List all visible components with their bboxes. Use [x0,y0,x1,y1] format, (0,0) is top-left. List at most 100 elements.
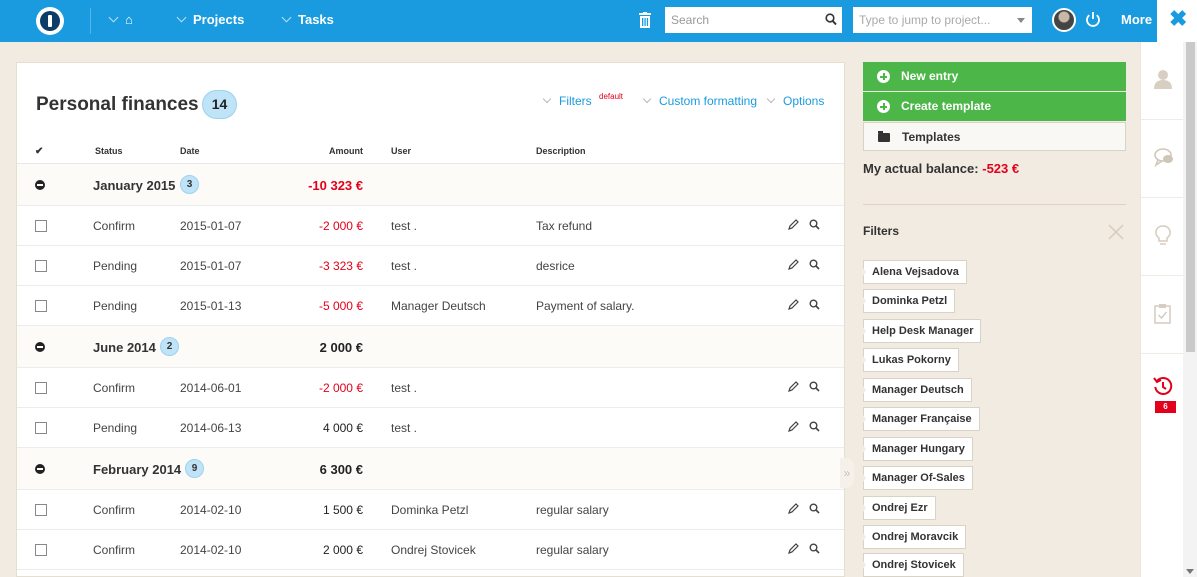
header-date[interactable]: Date [180,146,200,156]
group-count-badge: 3 [180,175,199,194]
filters-heading: Filters [863,224,900,238]
collapse-icon[interactable] [35,342,45,352]
finances-card: Personal finances 14 Filters default Cus… [16,62,845,577]
rail-item-chat[interactable] [1141,120,1184,198]
rail-item-history[interactable] [1141,354,1184,432]
cell-description: Payment of salary. [536,299,635,313]
avatar[interactable] [1052,8,1076,32]
cell-date: 2015-01-07 [180,259,242,273]
group-name: January 2015 [93,178,176,193]
filter-tag[interactable]: Ondrej Stovicek [863,553,964,577]
row-checkbox[interactable] [35,382,47,394]
more-menu[interactable]: More [1121,12,1152,27]
edit-icon[interactable] [788,219,799,230]
search-icon[interactable] [809,421,820,432]
row-checkbox[interactable] [35,544,47,556]
cell-date: 2014-06-13 [180,421,242,435]
app-logo[interactable] [36,7,64,35]
table-row: Pending 2015-01-13 -5 000 € Manager Deut… [17,286,844,326]
group-row[interactable]: June 2014 2 2 000 € [17,326,844,368]
filter-tag[interactable]: Manager Française [863,407,980,431]
nav-home[interactable]: ⌂ [108,12,133,27]
edit-icon[interactable] [788,299,799,310]
cell-user: test . [391,381,418,395]
filter-tag[interactable]: Manager Of-Sales [863,466,973,490]
nav-projects[interactable]: Projects [176,12,244,27]
rail-item-tasks[interactable] [1141,276,1184,354]
nav-tasks[interactable]: Tasks [281,12,334,27]
cell-date: 2014-02-10 [180,543,242,557]
edit-icon[interactable] [788,543,799,554]
balance-value: -523 € [982,161,1020,176]
header-status[interactable]: Status [95,146,123,156]
edit-icon[interactable] [788,259,799,270]
group-row[interactable]: January 2015 3 -10 323 € [17,164,844,206]
edit-icon[interactable] [788,503,799,514]
row-checkbox[interactable] [35,300,47,312]
cell-date: 2015-01-13 [180,299,242,313]
options-link[interactable]: Options [766,94,825,108]
search-icon[interactable] [809,543,820,554]
create-template-label: Create template [901,99,992,113]
filter-tag[interactable]: Alena Vejsadova [863,260,967,284]
collapse-icon[interactable] [35,464,45,474]
page-title: Personal finances [36,94,199,115]
trash-icon[interactable] [639,12,651,28]
rail-item-user[interactable] [1141,42,1184,120]
power-icon[interactable] [1085,11,1101,28]
filter-tag[interactable]: Help Desk Manager [863,319,982,343]
cell-user: Manager Deutsch [391,299,486,313]
filter-tag[interactable]: Ondrej Ezr [863,496,936,520]
chevron-right-icon: » [843,466,851,480]
filter-tag[interactable]: Dominka Petzl [863,289,956,313]
cell-date: 2015-01-07 [180,219,242,233]
header-description[interactable]: Description [536,146,586,156]
right-rail: 6 [1140,42,1184,577]
search-icon[interactable] [825,13,837,26]
clear-filters-icon[interactable] [1106,222,1126,242]
chevron-down-icon [281,12,292,23]
filter-tag[interactable]: Ondrej Moravcik [863,525,967,549]
search-icon[interactable] [809,503,820,514]
cell-amount: -3 323 € [318,259,363,273]
filter-tag[interactable]: Lukas Pokorny [863,348,959,372]
cell-status: Pending [93,421,138,435]
templates-button[interactable]: Templates [863,122,1126,151]
header-amount[interactable]: Amount [329,146,363,156]
filters-link[interactable]: Filters [542,94,592,108]
edit-icon[interactable] [788,381,799,392]
close-button[interactable]: ✖ [1157,0,1197,42]
rail-item-ideas[interactable] [1141,198,1184,276]
search-icon[interactable] [809,219,820,230]
header-check[interactable]: ✔ [35,146,43,157]
clipboard-icon [1154,304,1171,324]
scrollbar-thumb[interactable] [1186,42,1195,352]
plus-icon [877,100,890,113]
header-user[interactable]: User [391,146,411,156]
filters-default-tag: default [599,92,624,101]
panel-toggle-handle[interactable]: » [840,458,854,488]
scroll-down-icon[interactable] [1186,569,1194,574]
row-checkbox[interactable] [35,260,47,272]
cell-date: 2014-02-10 [180,503,242,517]
filter-tag[interactable]: Manager Deutsch [863,378,972,402]
search-icon[interactable] [809,299,820,310]
group-row[interactable]: February 2014 9 6 300 € [17,448,844,490]
scrollbar[interactable] [1183,42,1197,577]
options-label: Options [783,94,825,108]
collapse-icon[interactable] [35,180,45,190]
caret-down-icon [1017,18,1025,23]
edit-icon[interactable] [788,421,799,432]
row-checkbox[interactable] [35,504,47,516]
row-checkbox[interactable] [35,422,47,434]
search-icon[interactable] [809,381,820,392]
search-input[interactable] [665,7,842,33]
create-template-button[interactable]: Create template [863,92,1126,121]
table-row: Pending 2015-01-07 -3 323 € test . desri… [17,246,844,286]
search-icon[interactable] [809,259,820,270]
jump-to-project-select[interactable]: Type to jump to project... [853,7,1032,33]
filter-tag[interactable]: Manager Hungary [863,437,973,461]
new-entry-button[interactable]: New entry [863,62,1126,91]
row-checkbox[interactable] [35,220,47,232]
custom-formatting-link[interactable]: Custom formatting [642,94,757,108]
